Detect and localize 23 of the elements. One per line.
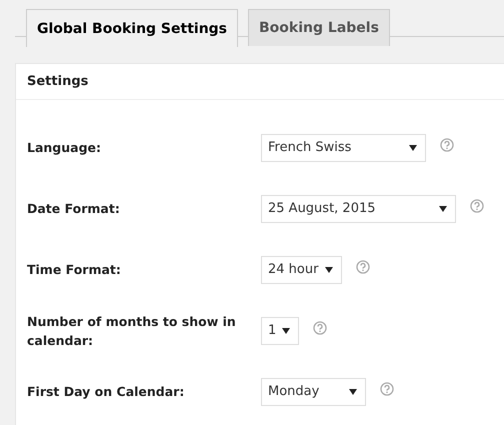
- setting-label: Date Format:: [27, 200, 121, 218]
- caret-icon: [282, 328, 290, 334]
- dropdown[interactable]: 24 hour: [261, 256, 342, 284]
- setting-label: Number of months to show in calendar:: [27, 312, 237, 350]
- caret-icon: [439, 206, 447, 212]
- tab[interactable]: Global Booking Settings: [26, 9, 238, 47]
- dropdown[interactable]: French Swiss: [261, 134, 426, 162]
- tab[interactable]: Booking Labels: [248, 9, 390, 46]
- panel-title: Settings: [27, 74, 88, 89]
- help-icon[interactable]: [470, 198, 484, 212]
- dropdown[interactable]: Monday: [261, 378, 366, 406]
- setting-label: First Day on Calendar:: [27, 383, 186, 401]
- setting-label: Language:: [27, 139, 102, 157]
- help-icon[interactable]: [356, 260, 370, 274]
- help-icon[interactable]: [313, 320, 327, 334]
- help-icon[interactable]: [380, 382, 394, 396]
- caret-icon: [349, 388, 357, 394]
- caret-icon: [409, 144, 417, 150]
- help-icon[interactable]: [440, 138, 454, 152]
- dropdown[interactable]: 25 August, 2015: [261, 194, 456, 222]
- caret-icon: [325, 266, 333, 272]
- setting-label: Time Format:: [27, 261, 122, 279]
- dropdown[interactable]: 1: [261, 316, 299, 344]
